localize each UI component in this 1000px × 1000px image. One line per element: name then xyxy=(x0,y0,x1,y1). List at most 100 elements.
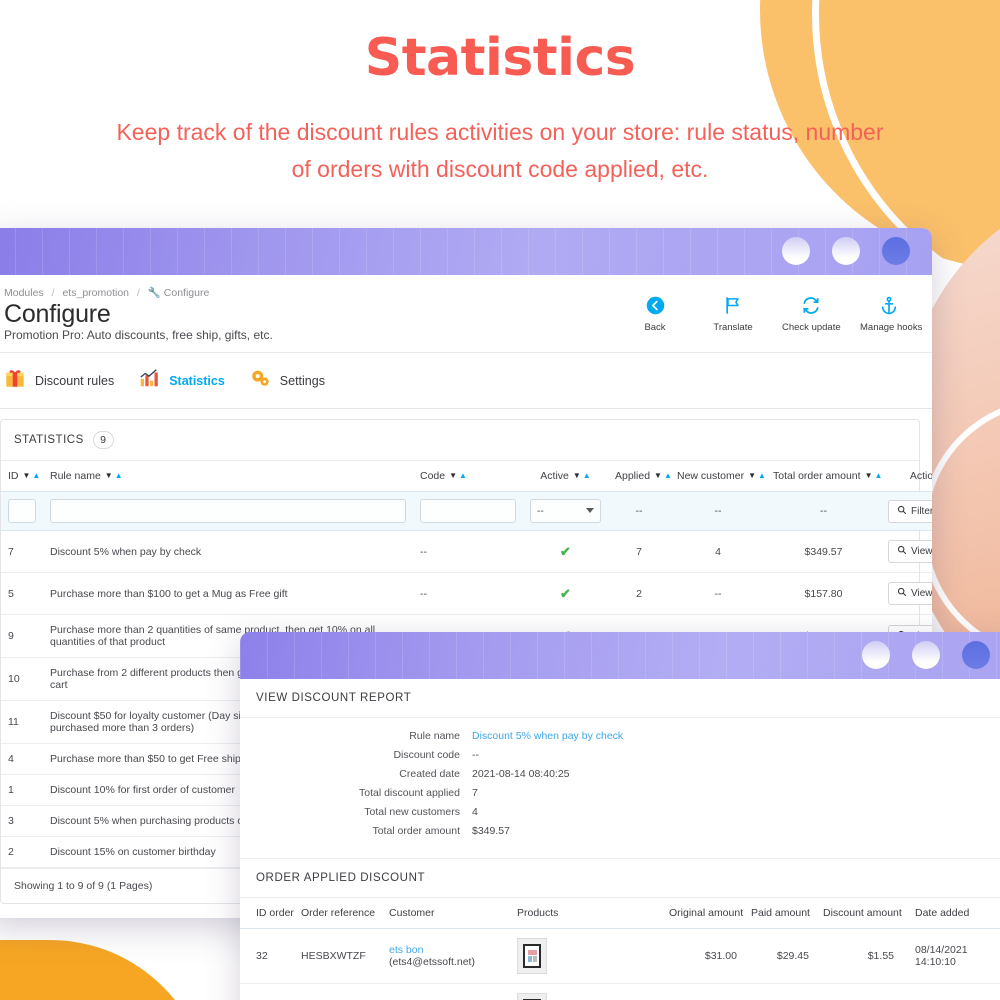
table-row[interactable]: 7 Discount 5% when pay by check -- ✔ 7 4… xyxy=(1,530,932,573)
cell-paid-amount: $29.45 xyxy=(744,928,816,984)
filter-cell-total-order: -- xyxy=(766,491,881,531)
cell-new-customer: 4 xyxy=(670,530,766,573)
cell-products xyxy=(510,983,662,1000)
sort-icons-code[interactable]: ▼ ▲ xyxy=(449,472,467,480)
col-total-order-amount[interactable]: Total order amount ▼ ▲ xyxy=(766,461,883,492)
cell-id: 11 xyxy=(1,700,43,744)
window1-traffic-lights xyxy=(782,237,910,265)
sort-icons-total-order[interactable]: ▼ ▲ xyxy=(865,472,883,480)
table-row[interactable]: 5 Purchase more than $100 to get a Mug a… xyxy=(1,572,932,615)
col-applied-label: Applied xyxy=(615,470,651,482)
window-dot-3[interactable] xyxy=(882,237,910,265)
module-tabbar: Discount rules Statistics Settings xyxy=(0,353,932,409)
filter-input-id[interactable] xyxy=(8,499,36,523)
hero-subtitle: Keep track of the discount rules activit… xyxy=(116,119,884,182)
tab-discount-rules[interactable]: Discount rules xyxy=(4,361,138,400)
statistics-table-header-row: ID ▼ ▲ Rule name ▼ ▲ Code ▼ ▲ Active ▼ ▲ Applied… xyxy=(1,461,932,492)
col-new-customer-label: New customer xyxy=(677,470,745,482)
sort-icons-new-customer[interactable]: ▼ ▲ xyxy=(748,472,766,480)
filter-select-active[interactable]: -- xyxy=(530,499,601,523)
col-code[interactable]: Code ▼ ▲ xyxy=(413,461,523,492)
product-thumbnail-icon[interactable] xyxy=(517,993,547,1000)
translate-button-label: Translate xyxy=(713,322,753,333)
view-discount-report-title: VIEW DISCOUNT REPORT xyxy=(240,679,1000,718)
field-created-date: Created date 2021-08-14 08:40:25 xyxy=(240,768,1000,780)
field-rule-name-value[interactable]: Discount 5% when pay by check xyxy=(472,730,623,742)
col-customer: Customer xyxy=(382,898,510,929)
customer-name-link[interactable]: ets bon xyxy=(389,944,423,956)
filter-input-rule-name[interactable] xyxy=(50,499,406,523)
product-thumbnail-frame xyxy=(523,944,541,968)
filter-cell-action: Filter xyxy=(881,491,932,531)
cell-id-order: 32 xyxy=(240,928,294,984)
back-button[interactable]: Back xyxy=(626,293,684,333)
cell-rule-name: Purchase more than $100 to get a Mug as … xyxy=(43,572,413,615)
cell-active: ✔ xyxy=(523,572,608,615)
sort-icons-id[interactable]: ▼ ▲ xyxy=(23,472,41,480)
sort-icons-applied[interactable]: ▼ ▲ xyxy=(654,472,672,480)
cell-paid-amount: $125.15 xyxy=(744,983,816,1000)
col-applied[interactable]: Applied ▼ ▲ xyxy=(608,461,672,492)
gears-icon xyxy=(249,367,271,394)
cell-total-order-amount: $349.57 xyxy=(766,530,881,573)
anchor-icon xyxy=(860,293,918,317)
view-button[interactable]: View xyxy=(888,540,932,563)
table-row[interactable]: 33 MJVAEUOBS Ets nam (ets5@etssoft.net) … xyxy=(240,983,1000,1000)
breadcrumb-item-modules[interactable]: Modules xyxy=(4,287,44,299)
cell-products xyxy=(510,928,662,984)
cell-id: 1 xyxy=(1,774,43,806)
window-dot-2[interactable] xyxy=(832,237,860,265)
order-applied-discount-table: ID order Order reference Customer Produc… xyxy=(240,898,1000,1000)
sort-icons-rule-name[interactable]: ▼ ▲ xyxy=(105,472,123,480)
check-update-button[interactable]: Check update xyxy=(782,293,841,333)
statistics-count-badge: 9 xyxy=(92,431,114,449)
cell-id: 10 xyxy=(1,657,43,701)
search-icon xyxy=(897,587,907,600)
flag-icon xyxy=(704,293,762,317)
hero-section: Statistics Keep track of the discount ru… xyxy=(0,0,1000,188)
active-check-icon: ✔ xyxy=(560,585,571,601)
order-table-body: 32 HESBXWTZF ets bon (ets4@etssoft.net) … xyxy=(240,928,1000,1000)
product-thumbnail-icon[interactable] xyxy=(517,938,547,974)
filter-button[interactable]: Filter xyxy=(888,499,932,523)
translate-button[interactable]: Translate xyxy=(704,293,762,333)
sort-icons-active[interactable]: ▼ ▲ xyxy=(573,472,591,480)
col-new-customer[interactable]: New customer ▼ ▲ xyxy=(670,461,766,492)
field-rule-name-label: Rule name xyxy=(409,730,460,742)
cell-customer: Ets nam (ets5@etssoft.net) xyxy=(382,983,510,1000)
tab-settings[interactable]: Settings xyxy=(249,361,349,400)
cell-action: View xyxy=(881,572,932,615)
col-rule-name[interactable]: Rule name ▼ ▲ xyxy=(43,461,413,492)
col-active[interactable]: Active ▼ ▲ xyxy=(523,461,608,492)
field-total-discount-applied-label: Total discount applied xyxy=(359,787,460,799)
window-dot-3[interactable] xyxy=(962,641,990,669)
breadcrumb-item-ets-promotion[interactable]: ets_promotion xyxy=(62,287,129,299)
filter-select-active-wrap: -- xyxy=(530,499,601,523)
cell-order-reference[interactable]: MJVAEUOBS xyxy=(294,983,382,1000)
field-total-new-customers-label: Total new customers xyxy=(364,806,460,818)
cell-order-reference[interactable]: HESBXWTZF xyxy=(294,928,382,984)
table-row[interactable]: 32 HESBXWTZF ets bon (ets4@etssoft.net) … xyxy=(240,928,1000,984)
header-action-toolbar: Back Translate Check update Manage hooks xyxy=(626,293,922,333)
col-id[interactable]: ID ▼ ▲ xyxy=(1,461,43,492)
cell-action: View xyxy=(881,530,932,573)
cell-rule-name: Discount 5% when pay by check xyxy=(43,530,413,573)
check-update-button-label: Check update xyxy=(782,322,841,333)
cell-date-added: 08/16/2021 09:50:24 xyxy=(901,983,997,1000)
manage-hooks-button[interactable]: Manage hooks xyxy=(860,293,922,333)
window-dot-1[interactable] xyxy=(862,641,890,669)
tab-statistics[interactable]: Statistics xyxy=(138,361,249,400)
view-button[interactable]: View xyxy=(888,582,932,605)
cell-id: 5 xyxy=(1,572,43,615)
cell-new-customer: -- xyxy=(670,572,766,615)
window-dot-2[interactable] xyxy=(912,641,940,669)
cell-customer: ets bon (ets4@etssoft.net) xyxy=(382,928,510,984)
breadcrumb-separator-1: / xyxy=(51,287,55,299)
filter-cell-id xyxy=(1,491,43,531)
col-id-order: ID order xyxy=(240,898,294,929)
window-dot-1[interactable] xyxy=(782,237,810,265)
search-icon xyxy=(897,505,907,518)
statistics-panel-title: STATISTICS xyxy=(14,434,84,446)
col-action-label: Action xyxy=(909,470,932,482)
filter-input-code[interactable] xyxy=(420,499,516,523)
